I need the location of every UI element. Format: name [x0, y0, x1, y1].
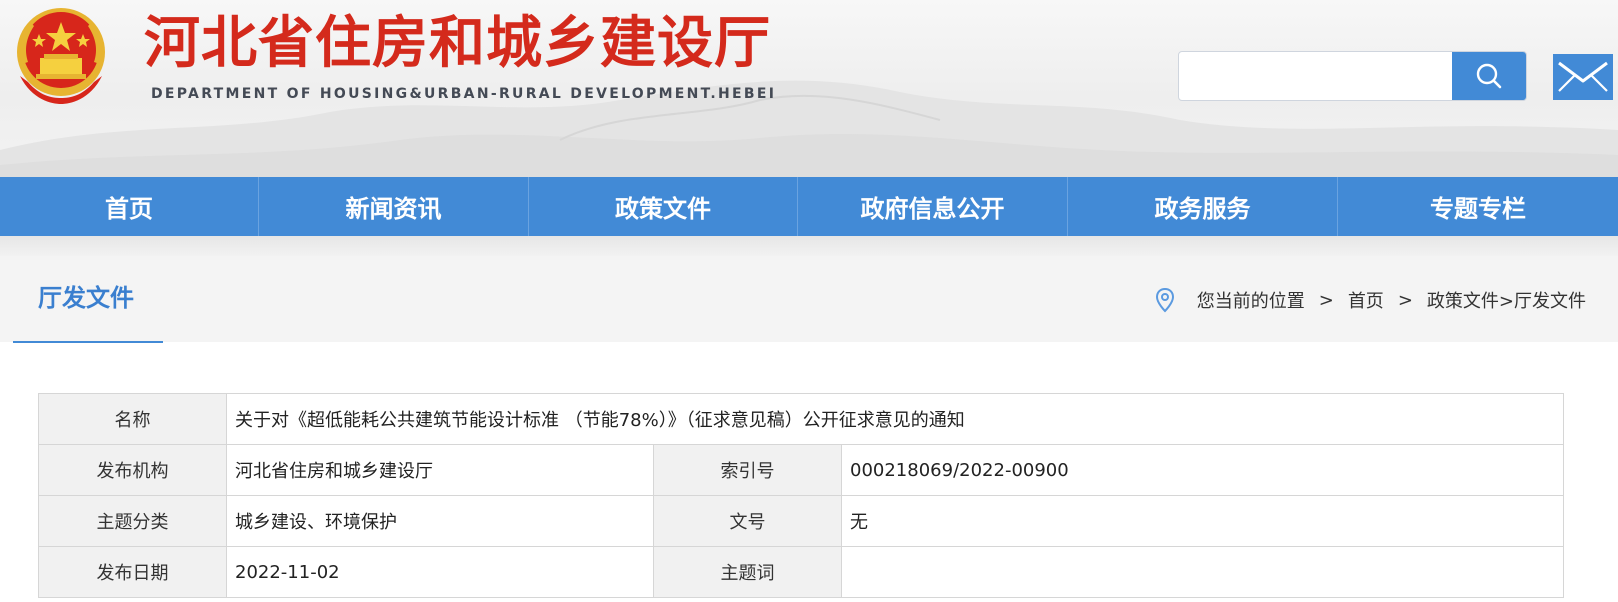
name-value: 关于对《超低能耗公共建筑节能设计标准 （节能78%）》（征求意见稿）公开征求意见… — [225, 393, 1565, 445]
nav-item-home[interactable]: 首页 — [0, 177, 258, 236]
nav-item-topics[interactable]: 专题专栏 — [1337, 177, 1618, 236]
location-pin-icon — [1155, 287, 1175, 313]
table-row: 发布机构 河北省住房和城乡建设厅 索引号 000218069/2022-0090… — [38, 444, 1565, 496]
nav-item-news[interactable]: 新闻资讯 — [258, 177, 528, 236]
search-button[interactable] — [1452, 52, 1526, 100]
site-title: 河北省住房和城乡建设厅 — [144, 11, 771, 76]
search-input[interactable] — [1179, 52, 1454, 100]
keywords-value — [840, 546, 1565, 598]
table-row: 发布日期 2022-11-02 主题词 — [38, 546, 1565, 598]
nav-item-services[interactable]: 政务服务 — [1067, 177, 1337, 236]
breadcrumb-separator: > — [1318, 289, 1334, 311]
nav-shadow-band — [0, 236, 1618, 256]
main-nav: 首页 新闻资讯 政策文件 政府信息公开 政务服务 专题专栏 — [0, 177, 1618, 236]
index-value: 000218069/2022-00900 — [840, 444, 1565, 496]
breadcrumb-home-link[interactable]: 首页 — [1348, 287, 1384, 313]
breadcrumb-separator: > — [1397, 289, 1413, 311]
site-subtitle: DEPARTMENT OF HOUSING&URBAN-RURAL DEVELO… — [151, 86, 777, 102]
category-value: 城乡建设、环境保护 — [226, 495, 654, 547]
site-header: 河北省住房和城乡建设厅 DEPARTMENT OF HOUSING&URBAN-… — [0, 0, 1618, 178]
table-row: 名称 关于对《超低能耗公共建筑节能设计标准 （节能78%）》（征求意见稿）公开征… — [38, 393, 1565, 445]
document-info-table: 名称 关于对《超低能耗公共建筑节能设计标准 （节能78%）》（征求意见稿）公开征… — [38, 393, 1565, 598]
category-label: 主题分类 — [38, 495, 227, 547]
docno-label: 文号 — [653, 495, 842, 547]
publisher-value: 河北省住房和城乡建设厅 — [226, 444, 654, 496]
table-row: 主题分类 城乡建设、环境保护 文号 无 — [38, 495, 1565, 547]
search-box — [1178, 51, 1527, 101]
section-title-underline — [13, 341, 163, 343]
docno-value: 无 — [840, 495, 1565, 547]
publisher-label: 发布机构 — [38, 444, 227, 496]
name-label: 名称 — [38, 393, 227, 445]
breadcrumb-path-link[interactable]: 政策文件>厅发文件 — [1427, 287, 1586, 313]
date-value: 2022-11-02 — [226, 546, 654, 598]
search-icon — [1476, 63, 1502, 89]
nav-item-policy[interactable]: 政策文件 — [528, 177, 797, 236]
breadcrumb: 您当前的位置 > 首页 > 政策文件>厅发文件 — [1155, 285, 1586, 315]
date-label: 发布日期 — [38, 546, 227, 598]
national-emblem-logo — [17, 8, 105, 104]
mail-icon — [1558, 61, 1608, 92]
mail-button[interactable] — [1553, 54, 1613, 100]
keywords-label: 主题词 — [653, 546, 842, 598]
index-label: 索引号 — [653, 444, 842, 496]
breadcrumb-prefix: 您当前的位置 — [1196, 291, 1305, 312]
nav-item-gov-info[interactable]: 政府信息公开 — [797, 177, 1067, 236]
section-title: 厅发文件 — [38, 284, 134, 312]
